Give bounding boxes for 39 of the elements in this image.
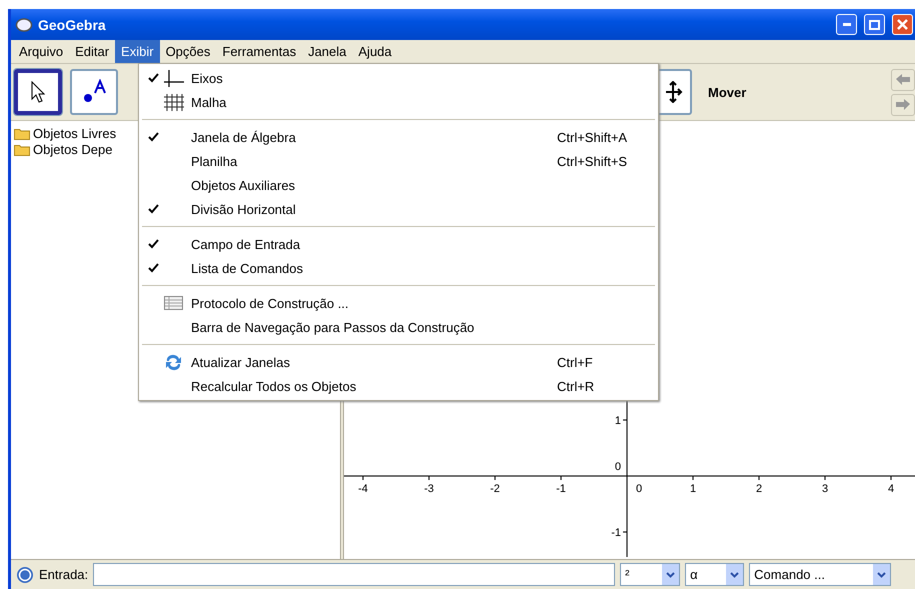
menu-item[interactable]: Opções	[160, 40, 216, 63]
x-axis-label: 1	[690, 483, 696, 495]
window-title: GeoGebra	[38, 16, 107, 32]
x-axis-label: 0	[636, 483, 642, 495]
x-axis-label: 3	[822, 483, 828, 495]
menu-entry[interactable]: Planilha Ctrl+Shift+S	[140, 149, 657, 173]
x-axis-label: -3	[424, 483, 434, 495]
menu-item[interactable]: Ajuda	[352, 40, 398, 63]
dropdown[interactable]: α	[685, 563, 744, 586]
dropdown[interactable]: Comando ...	[749, 563, 892, 586]
menu-item[interactable]: Editar	[69, 40, 116, 63]
y-axis-label: 0	[614, 461, 621, 473]
menu-item[interactable]: Ferramentas	[216, 40, 302, 63]
y-axis-label: 1	[614, 415, 621, 427]
tree-folder-label[interactable]: Objetos Depe	[33, 142, 112, 156]
tool-name: Mover	[708, 84, 748, 100]
x-axis-label: -4	[358, 483, 368, 495]
menu-entry[interactable]: Barra de Navegação para Passos da Construção	[140, 315, 657, 339]
menu-item[interactable]: Arquivo	[13, 40, 70, 63]
menu-entry[interactable]: Janela de Álgebra Ctrl+Shift+A	[140, 125, 657, 149]
menu-entry[interactable]: Lista de Comandos	[140, 256, 657, 280]
menu-item[interactable]: Janela	[302, 40, 352, 63]
x-axis-label: 2	[756, 483, 762, 495]
tree-folder-label[interactable]: Objetos Livres	[33, 126, 116, 140]
menu-entry[interactable]: Malha	[140, 90, 657, 114]
menu-item[interactable]: Exibir	[115, 40, 160, 63]
menu-entry[interactable]: Recalcular Todos os Objetos Ctrl+R	[140, 374, 657, 398]
x-axis-label: -1	[556, 483, 566, 495]
menu-entry[interactable]: Atualizar Janelas Ctrl+F	[140, 350, 657, 374]
menu-entry[interactable]: Divisão Horizontal	[140, 197, 657, 221]
y-axis-label: -1	[611, 527, 621, 539]
menu-entry[interactable]: Objetos Auxiliares	[140, 173, 657, 197]
x-axis-label: 4	[888, 483, 894, 495]
menu-entry[interactable]: Campo de Entrada	[140, 232, 657, 256]
x-axis-label: -2	[490, 483, 500, 495]
menu-entry[interactable]: Eixos	[140, 66, 657, 90]
menu-entry[interactable]: Protocolo de Construção ...	[140, 291, 657, 315]
dropdown[interactable]: ²	[620, 563, 680, 586]
input-label: Entrada:	[39, 567, 88, 582]
